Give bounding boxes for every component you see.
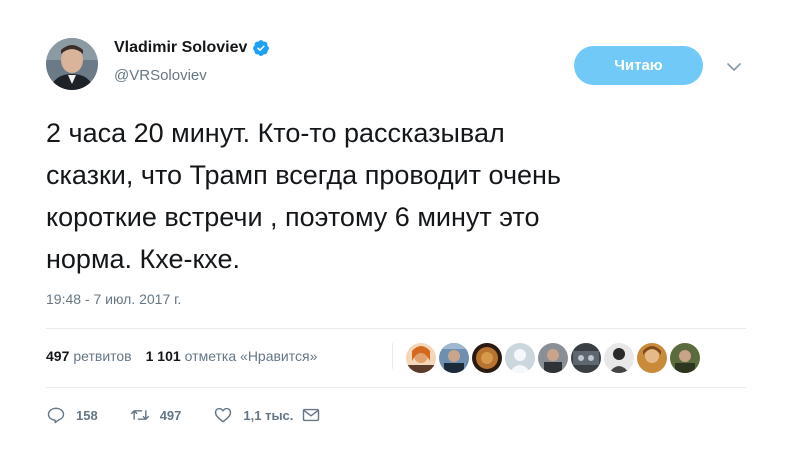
tweet-timestamp[interactable]: 19:48 - 7 июл. 2017 г. xyxy=(46,291,181,307)
verified-badge-icon xyxy=(253,40,270,56)
chevron-down-icon[interactable] xyxy=(725,58,743,76)
reply-icon xyxy=(47,407,65,424)
display-name[interactable]: Vladimir Soloviev xyxy=(114,39,270,57)
reply-button[interactable]: 158 xyxy=(46,405,98,425)
likes-label: отметка «Нравится» xyxy=(184,348,318,364)
retweet-icon xyxy=(130,410,149,420)
tweet-actions: 158 497 1,1 тыс. xyxy=(46,405,353,425)
liker-avatar[interactable] xyxy=(571,343,601,373)
reply-count: 158 xyxy=(76,407,98,423)
divider xyxy=(46,328,746,329)
tweet-text: 2 часа 20 минут. Кто-то рассказывал сказ… xyxy=(46,118,562,274)
heart-icon xyxy=(215,407,232,423)
retweets-label: ретвитов xyxy=(73,348,132,364)
like-count: 1,1 тыс. xyxy=(243,407,294,423)
liker-avatar[interactable] xyxy=(538,343,568,373)
likes-stat[interactable]: 1 101 отметка «Нравится» xyxy=(146,348,318,364)
liker-avatar[interactable] xyxy=(472,343,502,373)
like-button[interactable]: 1,1 тыс. xyxy=(213,405,293,425)
user-handle[interactable]: @VRSoloviev xyxy=(114,67,207,84)
display-name-text[interactable]: Vladimir Soloviev xyxy=(114,39,247,57)
retweet-count: 497 xyxy=(159,407,182,423)
likers-avatars xyxy=(406,343,703,373)
liker-avatar[interactable] xyxy=(604,343,634,373)
retweets-count: 497 xyxy=(46,348,70,364)
liker-avatar[interactable] xyxy=(670,343,700,373)
liker-avatar[interactable] xyxy=(439,343,469,373)
direct-message-button[interactable] xyxy=(301,405,321,425)
liker-avatar[interactable] xyxy=(406,343,436,373)
envelope-icon xyxy=(303,408,320,422)
following-button[interactable]: Читаю xyxy=(574,46,703,85)
stats-separator xyxy=(392,343,393,369)
likes-count: 1 101 xyxy=(145,348,181,364)
tweet-stats: 497 ретвитов 1 101 отметка «Нравится» xyxy=(46,348,331,364)
liker-avatar[interactable] xyxy=(637,343,667,373)
retweet-button[interactable]: 497 xyxy=(130,405,182,425)
liker-avatar[interactable] xyxy=(505,343,535,373)
avatar[interactable] xyxy=(46,38,98,90)
retweets-stat[interactable]: 497 ретвитов xyxy=(46,348,132,364)
divider xyxy=(46,387,746,388)
